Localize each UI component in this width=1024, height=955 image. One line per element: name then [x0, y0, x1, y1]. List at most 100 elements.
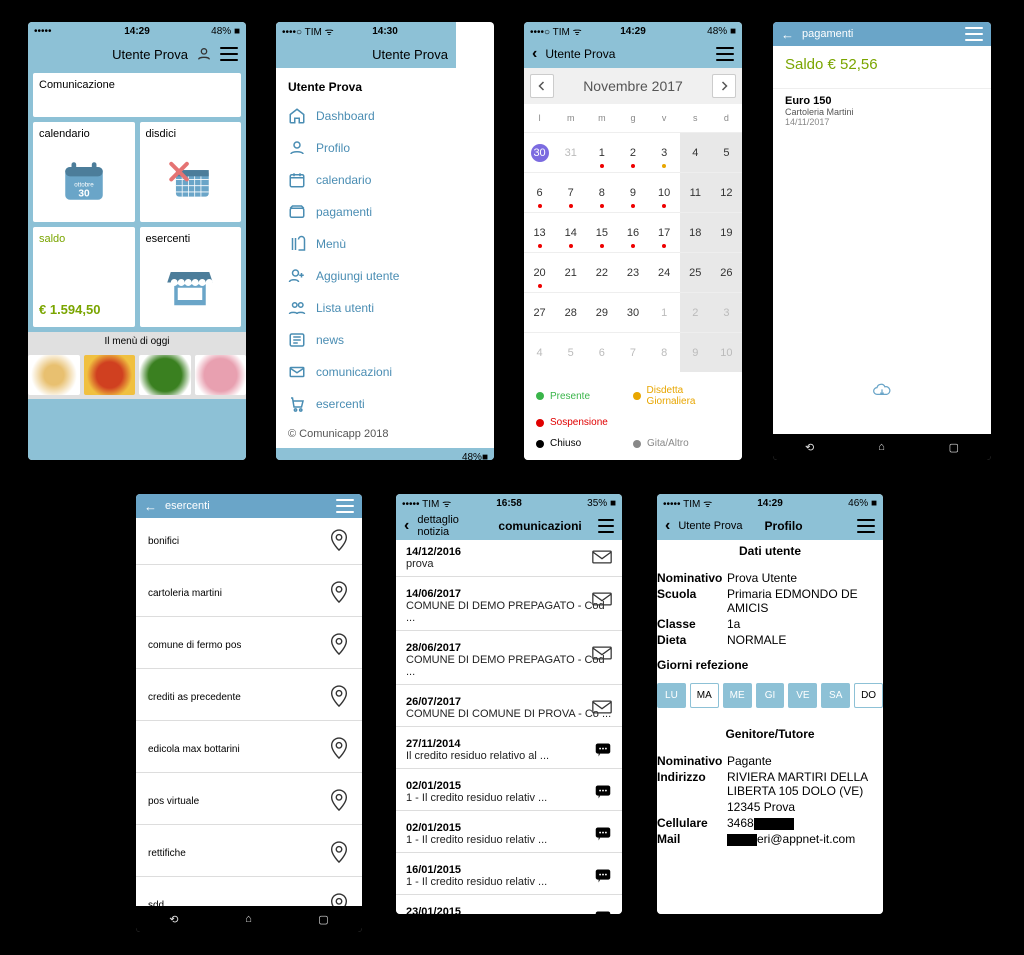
calendar-day[interactable]: 6: [586, 332, 617, 372]
menu-icon[interactable]: [598, 519, 614, 533]
calendar-day[interactable]: 31: [555, 132, 586, 172]
esercente-item[interactable]: rettifiche: [136, 830, 362, 877]
calendar-day[interactable]: 15: [586, 212, 617, 252]
calendar-day[interactable]: 5: [555, 332, 586, 372]
recents-nav-icon[interactable]: ▢: [318, 913, 328, 926]
calendar-day[interactable]: 14: [555, 212, 586, 252]
menu-item-home[interactable]: Dashboard: [276, 100, 456, 132]
tile-disdici[interactable]: disdici: [140, 122, 242, 222]
calendar-day[interactable]: 20: [524, 252, 555, 292]
calendar-day[interactable]: 1: [586, 132, 617, 172]
comunicazione-item[interactable]: 02/01/20151 - Il credito residuo relativ…: [396, 816, 622, 853]
comunicazione-item[interactable]: 28/06/2017COMUNE DI DEMO PREPAGATO - Cod…: [396, 636, 622, 685]
calendar-day[interactable]: 8: [649, 332, 680, 372]
calendar-day[interactable]: 19: [711, 212, 742, 252]
back-label[interactable]: dettaglio notizia: [417, 514, 486, 538]
page-title[interactable]: pagamenti: [802, 28, 853, 40]
calendar-day[interactable]: 29: [586, 292, 617, 332]
calendar-day[interactable]: 2: [617, 132, 648, 172]
back-icon[interactable]: ‹: [404, 517, 409, 535]
comunicazione-item[interactable]: 16/01/20151 - Il credito residuo relativ…: [396, 858, 622, 895]
page-title[interactable]: esercenti: [165, 500, 210, 512]
day-chip[interactable]: DO: [854, 683, 883, 708]
home-nav-icon[interactable]: ⌂: [878, 441, 885, 453]
back-nav-icon[interactable]: ⟲: [169, 913, 178, 926]
menu-icon[interactable]: [965, 27, 983, 41]
menu-item-calendar[interactable]: calendario: [276, 164, 456, 196]
calendar-day[interactable]: 25: [680, 252, 711, 292]
menu-item-adduser[interactable]: Aggiungi utente: [276, 260, 456, 292]
calendar-day[interactable]: 7: [617, 332, 648, 372]
menu-item-menu[interactable]: Menù: [276, 228, 456, 260]
cloud-icon[interactable]: [773, 382, 991, 400]
day-chip[interactable]: SA: [821, 683, 850, 708]
comunicazione-item[interactable]: 26/07/2017COMUNE DI COMUNE DI PROVA - Co…: [396, 690, 622, 727]
menu-icon[interactable]: [857, 519, 875, 533]
map-pin-icon[interactable]: [328, 632, 350, 658]
map-pin-icon[interactable]: [328, 580, 350, 606]
calendar-day[interactable]: 12: [711, 172, 742, 212]
esercente-item[interactable]: edicola max bottarini: [136, 726, 362, 773]
menu-icon[interactable]: [716, 47, 734, 61]
back-label[interactable]: Utente Prova: [678, 520, 742, 532]
back-icon[interactable]: ←: [144, 499, 157, 514]
comunicazione-item[interactable]: 02/01/20151 - Il credito residuo relativ…: [396, 774, 622, 811]
map-pin-icon[interactable]: [328, 788, 350, 814]
tile-saldo[interactable]: saldo € 1.594,50: [33, 227, 135, 327]
payment-item[interactable]: Euro 150Cartoleria Martini14/11/2017: [773, 88, 991, 135]
menu-icon[interactable]: [220, 47, 238, 61]
calendar-day[interactable]: 6: [524, 172, 555, 212]
esercente-item[interactable]: crediti as precedente: [136, 674, 362, 721]
calendar-day[interactable]: 21: [555, 252, 586, 292]
calendar-day[interactable]: 18: [680, 212, 711, 252]
day-chip[interactable]: GI: [756, 683, 785, 708]
comunicazione-item[interactable]: 14/06/2017COMUNE DI DEMO PREPAGATO - Cod…: [396, 582, 622, 631]
menu-item-news[interactable]: news: [276, 324, 456, 356]
back-icon[interactable]: ‹: [665, 517, 670, 535]
calendar-day[interactable]: 10: [649, 172, 680, 212]
calendar-day[interactable]: 3: [711, 292, 742, 332]
home-nav-icon[interactable]: ⌂: [245, 913, 252, 925]
menu-item-listuser[interactable]: Lista utenti: [276, 292, 456, 324]
calendar-day[interactable]: 9: [617, 172, 648, 212]
calendar-day[interactable]: 16: [617, 212, 648, 252]
day-chip[interactable]: LU: [657, 683, 686, 708]
calendar-day[interactable]: 17: [649, 212, 680, 252]
food-strip[interactable]: [28, 351, 246, 399]
esercente-item[interactable]: pos virtuale: [136, 778, 362, 825]
day-chip[interactable]: VE: [788, 683, 817, 708]
day-chip[interactable]: ME: [723, 683, 752, 708]
map-pin-icon[interactable]: [328, 684, 350, 710]
calendar-day[interactable]: 13: [524, 212, 555, 252]
menu-item-person[interactable]: Profilo: [276, 132, 456, 164]
calendar-day[interactable]: 26: [711, 252, 742, 292]
menu-item-wallet[interactable]: pagamenti: [276, 196, 456, 228]
calendar-day[interactable]: 2: [680, 292, 711, 332]
calendar-day[interactable]: 7: [555, 172, 586, 212]
calendar-day[interactable]: 10: [711, 332, 742, 372]
calendar-day[interactable]: 8: [586, 172, 617, 212]
calendar-day[interactable]: 11: [680, 172, 711, 212]
calendar-day[interactable]: 5: [711, 132, 742, 172]
menu-icon[interactable]: [336, 499, 354, 513]
back-icon[interactable]: ←: [781, 27, 794, 42]
tile-calendario[interactable]: calendario ottobre 30: [33, 122, 135, 222]
calendar-day[interactable]: 28: [555, 292, 586, 332]
calendar-day[interactable]: 30: [524, 132, 555, 172]
calendar-day[interactable]: 23: [617, 252, 648, 292]
back-nav-icon[interactable]: ⟲: [805, 441, 814, 454]
calendar-day[interactable]: 9: [680, 332, 711, 372]
day-chip[interactable]: MA: [690, 683, 719, 708]
back-label[interactable]: Utente Prova: [545, 47, 615, 61]
menu-item-mail[interactable]: comunicazioni: [276, 356, 456, 388]
tile-esercenti[interactable]: esercenti: [140, 227, 242, 327]
esercente-item[interactable]: sdd: [136, 882, 362, 906]
calendar-day[interactable]: 24: [649, 252, 680, 292]
esercente-item[interactable]: cartoleria martini: [136, 570, 362, 617]
user-icon[interactable]: [196, 46, 212, 62]
calendar-day[interactable]: 1: [649, 292, 680, 332]
map-pin-icon[interactable]: [328, 840, 350, 866]
esercente-item[interactable]: comune di fermo pos: [136, 622, 362, 669]
comunicazione-item[interactable]: 23/01/20151 - Il credito residuo relativ…: [396, 900, 622, 914]
comunicazione-item[interactable]: 27/11/2014Il credito residuo relativo al…: [396, 732, 622, 769]
